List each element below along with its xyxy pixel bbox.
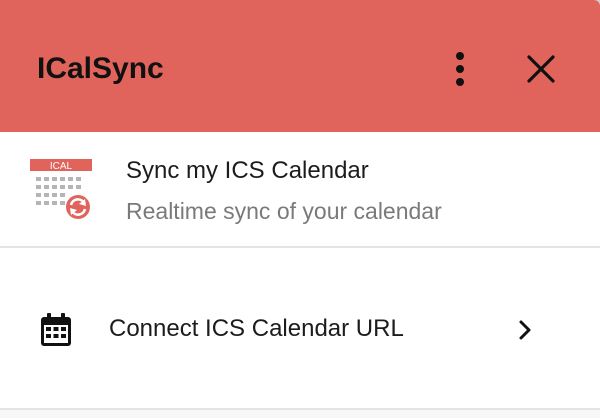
- more-options-button[interactable]: [440, 46, 480, 92]
- app-panel: ICalSync ICAL Sync my ICS Calendar Realt…: [0, 0, 600, 418]
- bottom-strip: [0, 410, 600, 418]
- app-title: ICalSync: [37, 52, 164, 85]
- close-button[interactable]: [520, 48, 562, 90]
- ical-sync-logo: ICAL: [30, 159, 92, 219]
- connect-calendar-url-label: Connect ICS Calendar URL: [109, 315, 404, 342]
- sync-item-subtitle: Realtime sync of your calendar: [126, 198, 442, 224]
- ical-logo-text: ICAL: [50, 161, 73, 172]
- connect-calendar-url-item[interactable]: Connect ICS Calendar URL: [0, 248, 600, 410]
- sync-calendar-item[interactable]: ICAL Sync my ICS Calendar Realtime sync …: [0, 132, 600, 248]
- app-header: ICalSync: [0, 0, 600, 132]
- sync-item-title: Sync my ICS Calendar: [126, 157, 369, 184]
- chevron-right-icon: [519, 320, 531, 340]
- more-vertical-icon: [456, 52, 464, 86]
- close-icon: [527, 55, 555, 83]
- calendar-icon: [41, 313, 71, 346]
